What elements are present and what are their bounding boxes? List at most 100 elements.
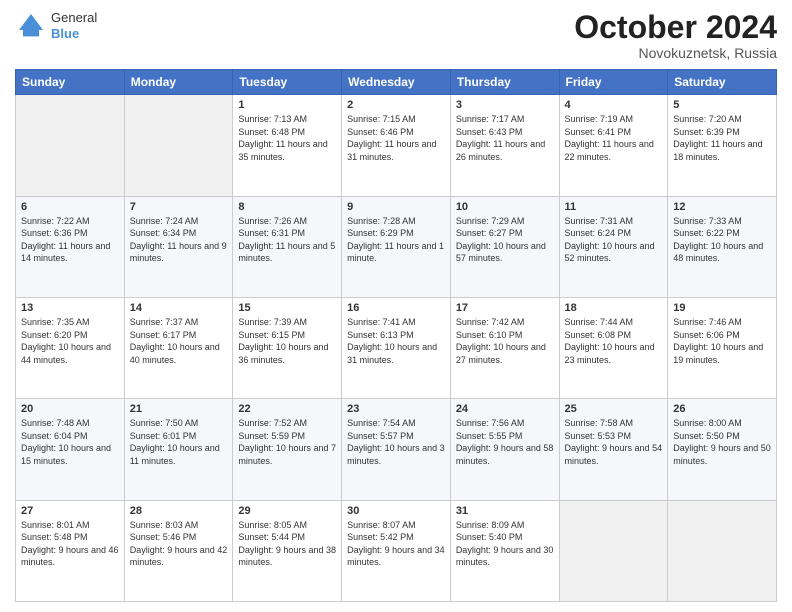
header: General Blue October 2024 Novokuznetsk, …: [15, 10, 777, 61]
day-info: Sunrise: 7:17 AM Sunset: 6:43 PM Dayligh…: [456, 113, 554, 163]
title-block: October 2024 Novokuznetsk, Russia: [574, 10, 777, 61]
day-info: Sunrise: 7:50 AM Sunset: 6:01 PM Dayligh…: [130, 417, 228, 467]
day-number: 1: [238, 99, 336, 111]
calendar-cell: 14 Sunrise: 7:37 AM Sunset: 6:17 PM Dayli…: [124, 297, 233, 398]
day-number: 11: [565, 201, 663, 213]
day-number: 30: [347, 505, 445, 517]
day-info: Sunrise: 7:42 AM Sunset: 6:10 PM Dayligh…: [456, 316, 554, 366]
day-info: Sunrise: 7:24 AM Sunset: 6:34 PM Dayligh…: [130, 215, 228, 265]
day-number: 25: [565, 403, 663, 415]
day-info: Sunrise: 7:37 AM Sunset: 6:17 PM Dayligh…: [130, 316, 228, 366]
col-friday: Friday: [559, 70, 668, 95]
day-info: Sunrise: 8:07 AM Sunset: 5:42 PM Dayligh…: [347, 519, 445, 569]
calendar-cell: [668, 500, 777, 601]
calendar-cell: 3 Sunrise: 7:17 AM Sunset: 6:43 PM Daylig…: [450, 95, 559, 196]
day-number: 16: [347, 302, 445, 314]
day-info: Sunrise: 7:33 AM Sunset: 6:22 PM Dayligh…: [673, 215, 771, 265]
calendar-cell: 29Sunrise: 8:05 AM Sunset: 5:44 PM Dayli…: [233, 500, 342, 601]
day-number: 9: [347, 201, 445, 213]
calendar-cell: [16, 95, 125, 196]
calendar-cell: [124, 95, 233, 196]
calendar-cell: 19Sunrise: 7:46 AM Sunset: 6:06 PM Dayli…: [668, 297, 777, 398]
calendar-cell: 10Sunrise: 7:29 AM Sunset: 6:27 PM Dayli…: [450, 196, 559, 297]
calendar-week-2: 6 Sunrise: 7:22 AM Sunset: 6:36 PM Daylig…: [16, 196, 777, 297]
day-info: Sunrise: 7:15 AM Sunset: 6:46 PM Dayligh…: [347, 113, 445, 163]
day-number: 6: [21, 201, 119, 213]
day-info: Sunrise: 7:22 AM Sunset: 6:36 PM Dayligh…: [21, 215, 119, 265]
calendar-cell: 16 Sunrise: 7:41 AM Sunset: 6:13 PM Dayli…: [342, 297, 451, 398]
calendar-cell: 28 Sunrise: 8:03 AM Sunset: 5:46 PM Dayli…: [124, 500, 233, 601]
day-number: 8: [238, 201, 336, 213]
calendar-cell: 7 Sunrise: 7:24 AM Sunset: 6:34 PM Daylig…: [124, 196, 233, 297]
day-info: Sunrise: 7:46 AM Sunset: 6:06 PM Dayligh…: [673, 316, 771, 366]
calendar-cell: 9 Sunrise: 7:28 AM Sunset: 6:29 PM Daylig…: [342, 196, 451, 297]
page: General Blue October 2024 Novokuznetsk, …: [0, 0, 792, 612]
day-number: 27: [21, 505, 119, 517]
calendar-cell: 20 Sunrise: 7:48 AM Sunset: 6:04 PM Dayli…: [16, 399, 125, 500]
day-info: Sunrise: 7:19 AM Sunset: 6:41 PM Dayligh…: [565, 113, 663, 163]
day-info: Sunrise: 7:58 AM Sunset: 5:53 PM Dayligh…: [565, 417, 663, 467]
col-wednesday: Wednesday: [342, 70, 451, 95]
day-info: Sunrise: 7:56 AM Sunset: 5:55 PM Dayligh…: [456, 417, 554, 467]
day-number: 12: [673, 201, 771, 213]
calendar-cell: 17 Sunrise: 7:42 AM Sunset: 6:10 PM Dayli…: [450, 297, 559, 398]
calendar-cell: 6 Sunrise: 7:22 AM Sunset: 6:36 PM Daylig…: [16, 196, 125, 297]
day-info: Sunrise: 7:52 AM Sunset: 5:59 PM Dayligh…: [238, 417, 336, 467]
calendar-cell: 15Sunrise: 7:39 AM Sunset: 6:15 PM Dayli…: [233, 297, 342, 398]
calendar-cell: 21Sunrise: 7:50 AM Sunset: 6:01 PM Dayli…: [124, 399, 233, 500]
day-number: 5: [673, 99, 771, 111]
day-info: Sunrise: 7:44 AM Sunset: 6:08 PM Dayligh…: [565, 316, 663, 366]
day-number: 17: [456, 302, 554, 314]
calendar-cell: 1Sunrise: 7:13 AM Sunset: 6:48 PM Daylig…: [233, 95, 342, 196]
day-number: 28: [130, 505, 228, 517]
col-thursday: Thursday: [450, 70, 559, 95]
day-number: 31: [456, 505, 554, 517]
calendar-cell: 4Sunrise: 7:19 AM Sunset: 6:41 PM Daylig…: [559, 95, 668, 196]
col-tuesday: Tuesday: [233, 70, 342, 95]
calendar-cell: 11 Sunrise: 7:31 AM Sunset: 6:24 PM Dayli…: [559, 196, 668, 297]
calendar-cell: 22 Sunrise: 7:52 AM Sunset: 5:59 PM Dayli…: [233, 399, 342, 500]
day-info: Sunrise: 7:29 AM Sunset: 6:27 PM Dayligh…: [456, 215, 554, 265]
day-info: Sunrise: 7:41 AM Sunset: 6:13 PM Dayligh…: [347, 316, 445, 366]
day-info: Sunrise: 7:28 AM Sunset: 6:29 PM Dayligh…: [347, 215, 445, 265]
calendar-week-1: 1Sunrise: 7:13 AM Sunset: 6:48 PM Daylig…: [16, 95, 777, 196]
day-info: Sunrise: 7:26 AM Sunset: 6:31 PM Dayligh…: [238, 215, 336, 265]
calendar-cell: 26 Sunrise: 8:00 AM Sunset: 5:50 PM Dayli…: [668, 399, 777, 500]
day-info: Sunrise: 7:20 AM Sunset: 6:39 PM Dayligh…: [673, 113, 771, 163]
calendar-cell: 25 Sunrise: 7:58 AM Sunset: 5:53 PM Dayli…: [559, 399, 668, 500]
col-monday: Monday: [124, 70, 233, 95]
day-number: 3: [456, 99, 554, 111]
calendar-cell: 27 Sunrise: 8:01 AM Sunset: 5:48 PM Dayli…: [16, 500, 125, 601]
logo-text: General Blue: [51, 10, 97, 41]
day-info: Sunrise: 7:31 AM Sunset: 6:24 PM Dayligh…: [565, 215, 663, 265]
day-number: 2: [347, 99, 445, 111]
day-number: 20: [21, 403, 119, 415]
calendar-cell: 18Sunrise: 7:44 AM Sunset: 6:08 PM Dayli…: [559, 297, 668, 398]
day-number: 14: [130, 302, 228, 314]
location: Novokuznetsk, Russia: [574, 45, 777, 61]
month-title: October 2024: [574, 10, 777, 45]
header-row: Sunday Monday Tuesday Wednesday Thursday…: [16, 70, 777, 95]
day-number: 22: [238, 403, 336, 415]
logo: General Blue: [15, 10, 97, 42]
calendar-cell: [559, 500, 668, 601]
day-number: 24: [456, 403, 554, 415]
day-number: 26: [673, 403, 771, 415]
calendar-cell: 8 Sunrise: 7:26 AM Sunset: 6:31 PM Daylig…: [233, 196, 342, 297]
logo-icon: [15, 10, 47, 42]
day-info: Sunrise: 8:03 AM Sunset: 5:46 PM Dayligh…: [130, 519, 228, 569]
calendar-cell: 13 Sunrise: 7:35 AM Sunset: 6:20 PM Dayli…: [16, 297, 125, 398]
calendar-cell: 31 Sunrise: 8:09 AM Sunset: 5:40 PM Dayli…: [450, 500, 559, 601]
calendar-cell: 30 Sunrise: 8:07 AM Sunset: 5:42 PM Dayli…: [342, 500, 451, 601]
day-info: Sunrise: 8:00 AM Sunset: 5:50 PM Dayligh…: [673, 417, 771, 467]
day-number: 23: [347, 403, 445, 415]
calendar-table: Sunday Monday Tuesday Wednesday Thursday…: [15, 69, 777, 602]
day-info: Sunrise: 7:48 AM Sunset: 6:04 PM Dayligh…: [21, 417, 119, 467]
day-info: Sunrise: 8:01 AM Sunset: 5:48 PM Dayligh…: [21, 519, 119, 569]
day-info: Sunrise: 7:35 AM Sunset: 6:20 PM Dayligh…: [21, 316, 119, 366]
day-number: 7: [130, 201, 228, 213]
col-saturday: Saturday: [668, 70, 777, 95]
col-sunday: Sunday: [16, 70, 125, 95]
day-number: 13: [21, 302, 119, 314]
day-info: Sunrise: 8:09 AM Sunset: 5:40 PM Dayligh…: [456, 519, 554, 569]
